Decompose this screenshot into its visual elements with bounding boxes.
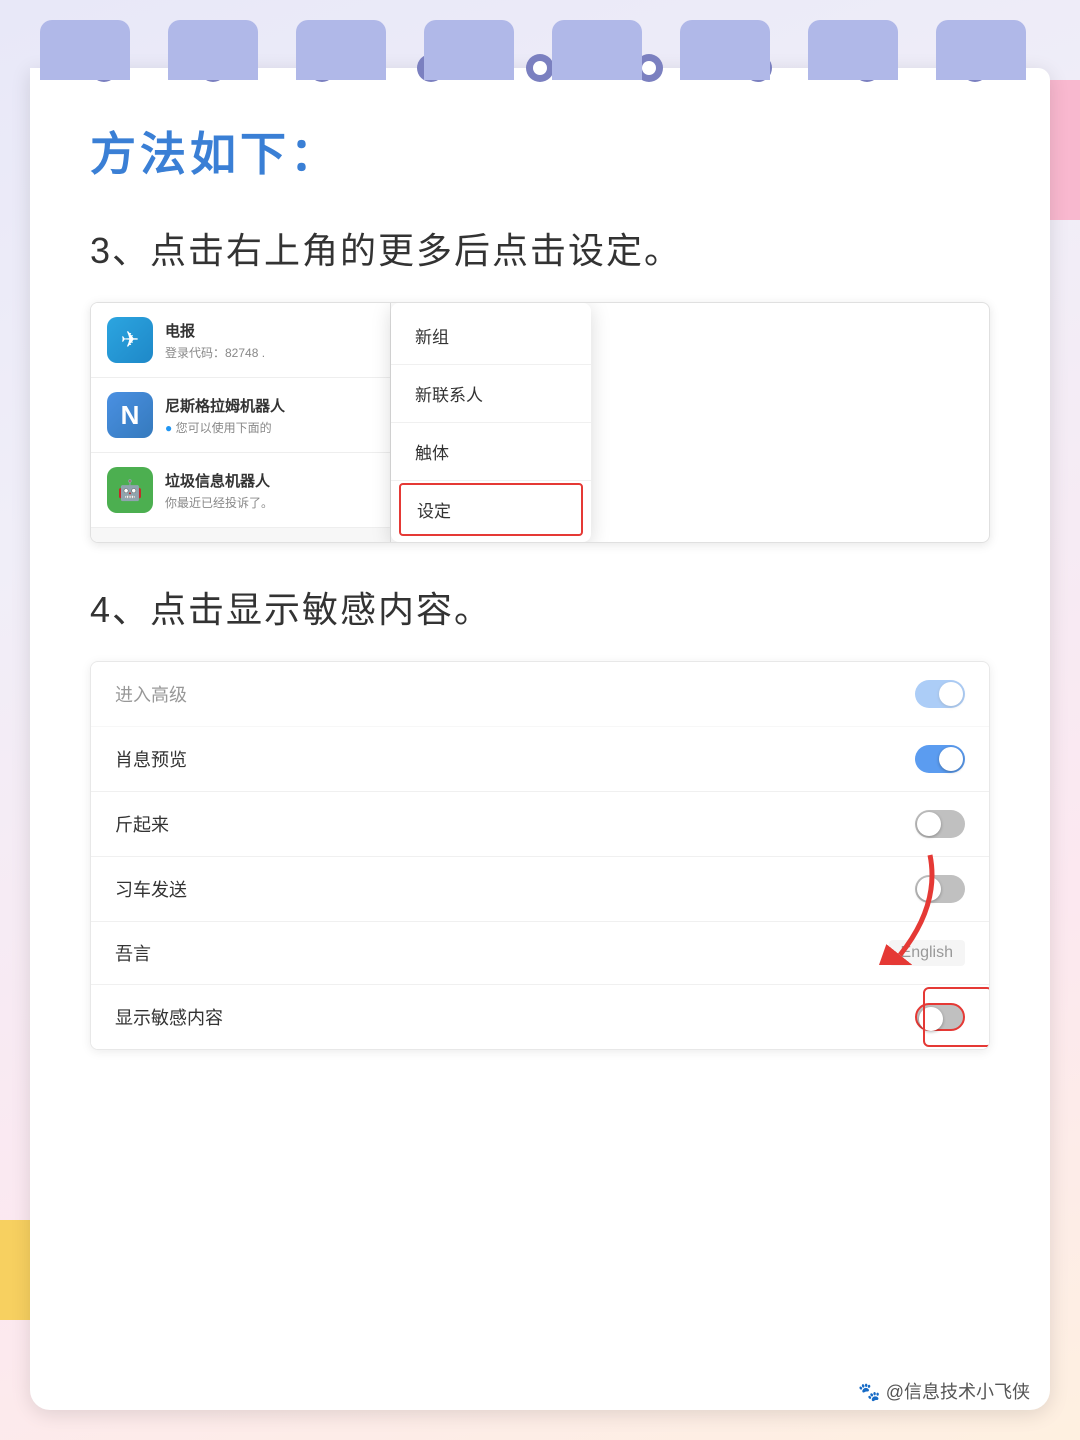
settings-label-preview: 肖息预览 — [115, 746, 187, 772]
main-content: 方法如下： 3、点击右上角的更多后点击设定。 ✈ 电报 登录代码：82748 .… — [30, 68, 1050, 1410]
context-menu: 新组 新联系人 触体 设定 — [391, 303, 591, 542]
chat-name-nisi: 尼斯格拉姆机器人 — [165, 395, 374, 416]
settings-label-sensitive: 显示敏感内容 — [115, 1004, 223, 1030]
step3-label: 3、点击右上角的更多后点击设定。 — [90, 224, 990, 278]
toggle-listen[interactable] — [915, 810, 965, 838]
toggle-preview[interactable] — [915, 745, 965, 773]
avatar-telegram: ✈ — [107, 317, 153, 363]
settings-label-send: 习车发送 — [115, 876, 187, 902]
chat-info-nisi: 尼斯格拉姆机器人 ● 您可以使用下面的 — [165, 395, 374, 436]
settings-box: 进入高级 肖息预览 斤起来 习车发送 吾言 English — [90, 661, 990, 1050]
chat-list: ✈ 电报 登录代码：82748 . N 尼斯格拉姆机器人 ● 您可以使用下面的 — [91, 303, 391, 542]
chat-item-nisi[interactable]: N 尼斯格拉姆机器人 ● 您可以使用下面的 — [91, 378, 390, 453]
settings-label-listen: 斤起来 — [115, 811, 169, 837]
chat-info-telegram: 电报 登录代码：82748 . — [165, 320, 374, 361]
menu-item-new-contact[interactable]: 新联系人 — [391, 365, 591, 423]
step4-container: 进入高级 肖息预览 斤起来 习车发送 吾言 English — [90, 661, 990, 1050]
chat-name-telegram: 电报 — [165, 320, 374, 341]
settings-item-lang[interactable]: 吾言 English — [91, 922, 989, 985]
watermark-text: @信息技术小飞侠 — [886, 1382, 1030, 1402]
settings-item-listen[interactable]: 斤起来 — [91, 792, 989, 857]
red-arrow-container — [870, 845, 950, 970]
menu-item-touch[interactable]: 触体 — [391, 423, 591, 481]
avatar-spam: 🤖 — [107, 467, 153, 513]
chat-item-telegram[interactable]: ✈ 电报 登录代码：82748 . — [91, 303, 390, 378]
settings-item-sensitive[interactable]: 显示敏感内容 — [91, 985, 989, 1049]
watermark-icon: 🐾 — [858, 1382, 880, 1402]
settings-label-top: 进入高级 — [115, 681, 187, 707]
menu-item-new-group[interactable]: 新组 — [391, 307, 591, 365]
chat-name-spam: 垃圾信息机器人 — [165, 470, 374, 491]
menu-item-settings[interactable]: 设定 — [399, 483, 583, 536]
settings-item-top[interactable]: 进入高级 — [91, 662, 989, 727]
step4-label: 4、点击显示敏感内容。 — [90, 583, 990, 637]
settings-item-send[interactable]: 习车发送 — [91, 857, 989, 922]
blue-dot: ● — [165, 421, 172, 435]
chat-preview-telegram: 登录代码：82748 . — [165, 344, 374, 361]
toggle-sensitive[interactable] — [915, 1003, 965, 1031]
red-arrow-icon — [870, 845, 950, 965]
step3-screenshot: ✈ 电报 登录代码：82748 . N 尼斯格拉姆机器人 ● 您可以使用下面的 — [90, 302, 990, 543]
toggle-top[interactable] — [915, 680, 965, 708]
chat-preview-spam: 你最近已经投诉了。 — [165, 494, 374, 511]
watermark: 🐾 @信息技术小飞侠 — [858, 1378, 1030, 1404]
settings-label-lang: 吾言 — [115, 940, 151, 966]
settings-item-preview[interactable]: 肖息预览 — [91, 727, 989, 792]
chat-preview-nisi: ● 您可以使用下面的 — [165, 419, 374, 436]
avatar-nisi: N — [107, 392, 153, 438]
chat-item-spam[interactable]: 🤖 垃圾信息机器人 你最近已经投诉了。 — [91, 453, 390, 528]
chat-info-spam: 垃圾信息机器人 你最近已经投诉了。 — [165, 470, 374, 511]
page-title: 方法如下： — [90, 118, 990, 184]
